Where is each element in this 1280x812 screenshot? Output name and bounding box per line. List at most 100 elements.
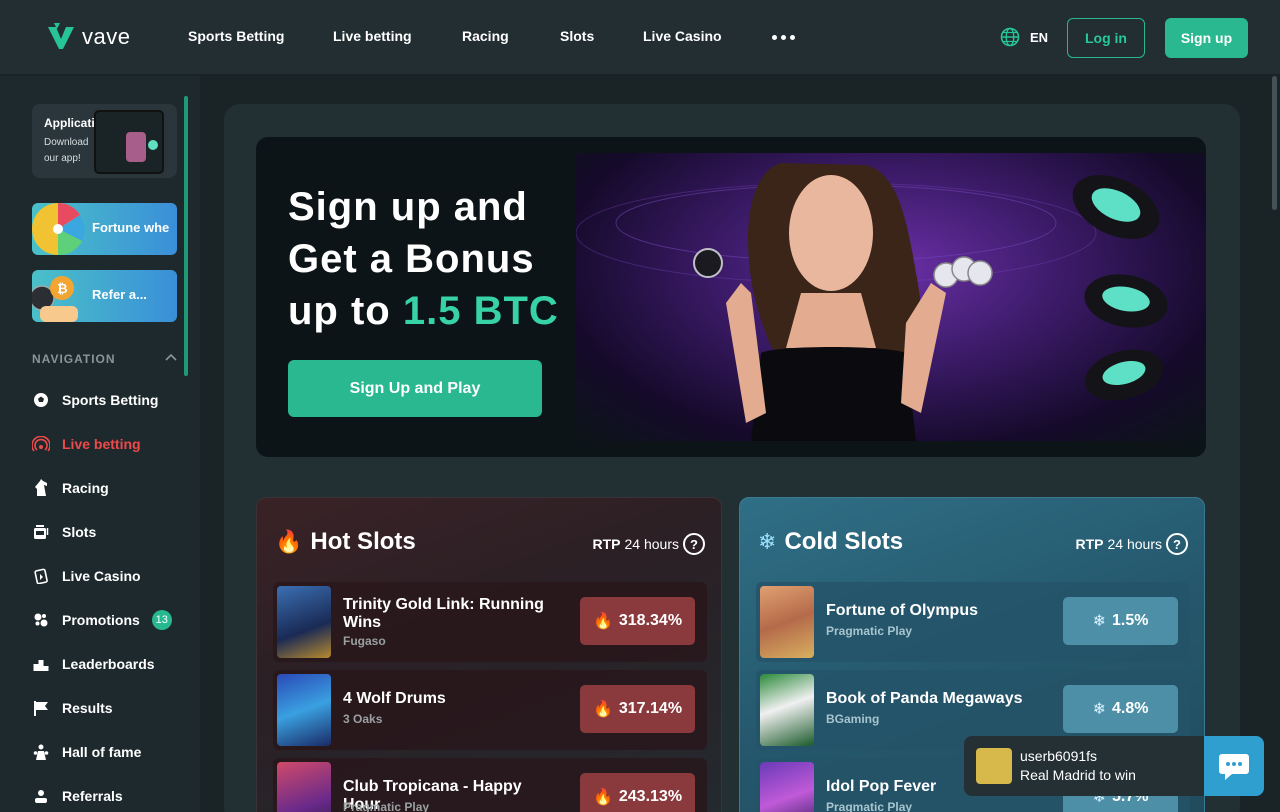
fortune-wheel-icon xyxy=(32,203,85,255)
recent-bet-toast[interactable]: userb6091fs Real Madrid to win xyxy=(964,736,1206,796)
hot-slots-title: 🔥 Hot Slots xyxy=(275,528,416,556)
rtp-value-badge: 🔥 317.14% xyxy=(580,685,695,733)
refer-label: Refer a... xyxy=(92,287,147,302)
support-chat-button[interactable] xyxy=(1204,736,1264,796)
referrals-icon xyxy=(32,787,50,805)
fire-icon: 🔥 xyxy=(592,789,613,806)
flag-icon xyxy=(32,699,50,717)
sidebar-item-label: Referrals xyxy=(62,788,123,804)
svg-text:₿: ₿ xyxy=(57,282,68,297)
hero-headline: Sign up and Get a Bonus up to 1.5 BTC xyxy=(288,181,688,337)
sidebar-scrollbar[interactable] xyxy=(184,96,188,376)
sidebar-item-hall-of-fame[interactable]: Hall of fame xyxy=(32,740,141,764)
rtp-value: 4.8% xyxy=(1111,700,1149,717)
cards-icon xyxy=(32,567,50,585)
brand-name: vave xyxy=(82,24,131,49)
game-name: 4 Wolf Drums xyxy=(343,690,446,707)
sidebar-item-label: Live betting xyxy=(62,436,141,452)
snowflake-icon: ❄ xyxy=(1092,613,1106,630)
snowflake-icon: ❄ xyxy=(758,529,777,554)
game-thumbnail xyxy=(760,674,814,746)
rtp-value: 1.5% xyxy=(1111,612,1149,629)
coins-icon: ₿ xyxy=(32,276,78,322)
sidebar-item-label: Slots xyxy=(62,524,97,540)
sidebar-item-live-casino[interactable]: Live Casino xyxy=(32,564,141,588)
gift-icon xyxy=(32,611,50,629)
rtp-value-badge: ❄ 1.5% xyxy=(1063,597,1178,645)
topnav-slots[interactable]: Slots xyxy=(560,28,594,44)
sidebar-item-sports-betting[interactable]: Sports Betting xyxy=(32,388,158,412)
chevron-up-icon[interactable] xyxy=(165,352,177,362)
help-icon[interactable]: ? xyxy=(683,533,705,555)
hot-slot-row[interactable]: Trinity Gold Link: Running Wins Fugaso 🔥… xyxy=(273,582,707,662)
sidebar-item-label: Racing xyxy=(62,480,109,496)
cold-slots-heading: Cold Slots xyxy=(784,528,904,555)
more-menu-icon[interactable] xyxy=(772,35,795,40)
sidebar-item-label: Live Casino xyxy=(62,568,141,584)
game-thumbnail xyxy=(760,762,814,812)
top-header: vave Sports Betting Live betting Racing … xyxy=(0,0,1280,75)
cold-slot-row[interactable]: Fortune of Olympus Pragmatic Play ❄ 1.5% xyxy=(756,582,1190,662)
topnav-live-casino[interactable]: Live Casino xyxy=(643,28,722,44)
hero-line-2: Get a Bonus xyxy=(288,237,535,281)
game-name: Trinity Gold Link: Running Wins xyxy=(343,596,544,631)
sidebar-item-promotions[interactable]: Promotions 13 xyxy=(32,608,172,632)
login-button[interactable]: Log in xyxy=(1067,18,1145,58)
soccer-ball-icon xyxy=(32,391,50,409)
fortune-wheel-label: Fortune whe xyxy=(92,220,170,235)
rtp-value: 243.13% xyxy=(618,788,683,805)
game-provider: Pragmatic Play xyxy=(826,624,913,638)
language-selector[interactable]: EN xyxy=(1000,27,1048,47)
phone-mockup-image xyxy=(94,110,164,174)
rtp-value: 317.14% xyxy=(618,700,683,717)
slot-machine-icon xyxy=(32,523,50,541)
fire-icon: 🔥 xyxy=(592,613,613,630)
hero-bonus-amount: 1.5 BTC xyxy=(402,289,559,333)
toast-message: Real Madrid to win xyxy=(1020,767,1136,783)
refer-friend-card[interactable]: ₿ Refer a... xyxy=(32,270,177,322)
sidebar-item-label: Sports Betting xyxy=(62,392,159,408)
signup-button[interactable]: Sign up xyxy=(1165,18,1248,58)
sidebar-item-results[interactable]: Results xyxy=(32,696,113,720)
page-scrollbar[interactable] xyxy=(1272,76,1277,210)
horse-icon xyxy=(32,479,50,497)
game-provider: Pragmatic Play xyxy=(826,800,913,812)
promotions-count-badge: 13 xyxy=(151,610,172,630)
app-download-card[interactable]: Application Download our app! xyxy=(32,104,177,178)
hot-slot-row[interactable]: Club Tropicana - Happy Hour Pragmatic Pl… xyxy=(273,758,707,812)
rtp-value-badge: 🔥 243.13% xyxy=(580,773,695,812)
topnav-racing[interactable]: Racing xyxy=(462,28,509,44)
hot-slot-row[interactable]: 4 Wolf Drums 3 Oaks 🔥 317.14% xyxy=(273,670,707,750)
game-thumbnail xyxy=(277,762,331,812)
rtp-value: 318.34% xyxy=(618,612,683,629)
rtp-period: 24 hours xyxy=(1107,536,1162,552)
sidebar-item-label: Promotions xyxy=(62,612,140,628)
globe-icon xyxy=(1000,27,1020,47)
sidebar-item-slots[interactable]: Slots xyxy=(32,520,96,544)
sidebar-item-referrals[interactable]: Referrals xyxy=(32,784,123,808)
topnav-live-betting[interactable]: Live betting xyxy=(333,28,412,44)
sidebar-item-live-betting[interactable]: Live betting xyxy=(32,432,141,456)
sidebar-item-label: Hall of fame xyxy=(62,744,142,760)
game-provider: BGaming xyxy=(826,712,880,726)
sidebar-item-leaderboards[interactable]: Leaderboards xyxy=(32,652,155,676)
snowflake-icon: ❄ xyxy=(1092,701,1106,718)
hot-slots-heading: Hot Slots xyxy=(310,528,416,555)
sidebar-item-racing[interactable]: Racing xyxy=(32,476,109,500)
topnav-sports-betting[interactable]: Sports Betting xyxy=(188,28,284,44)
help-icon[interactable]: ? xyxy=(1166,533,1188,555)
cold-slots-title: ❄ Cold Slots xyxy=(758,528,903,556)
hero-line-1: Sign up and xyxy=(288,185,528,229)
fire-icon: 🔥 xyxy=(275,529,303,554)
podium-icon xyxy=(32,655,50,673)
signup-bonus-banner[interactable]: Sign up and Get a Bonus up to 1.5 BTC Si… xyxy=(256,137,1206,457)
game-thumbnail xyxy=(277,586,331,658)
vave-logo-icon xyxy=(48,23,74,49)
trophy-icon xyxy=(32,743,50,761)
hot-rtp-label: RTP 24 hours ? xyxy=(593,533,705,555)
signup-and-play-button[interactable]: Sign Up and Play xyxy=(288,360,542,417)
brand-logo[interactable]: vave xyxy=(46,22,130,52)
game-thumbnail xyxy=(760,586,814,658)
fortune-wheel-card[interactable]: Fortune whe xyxy=(32,203,177,255)
sidebar-item-label: Results xyxy=(62,700,113,716)
